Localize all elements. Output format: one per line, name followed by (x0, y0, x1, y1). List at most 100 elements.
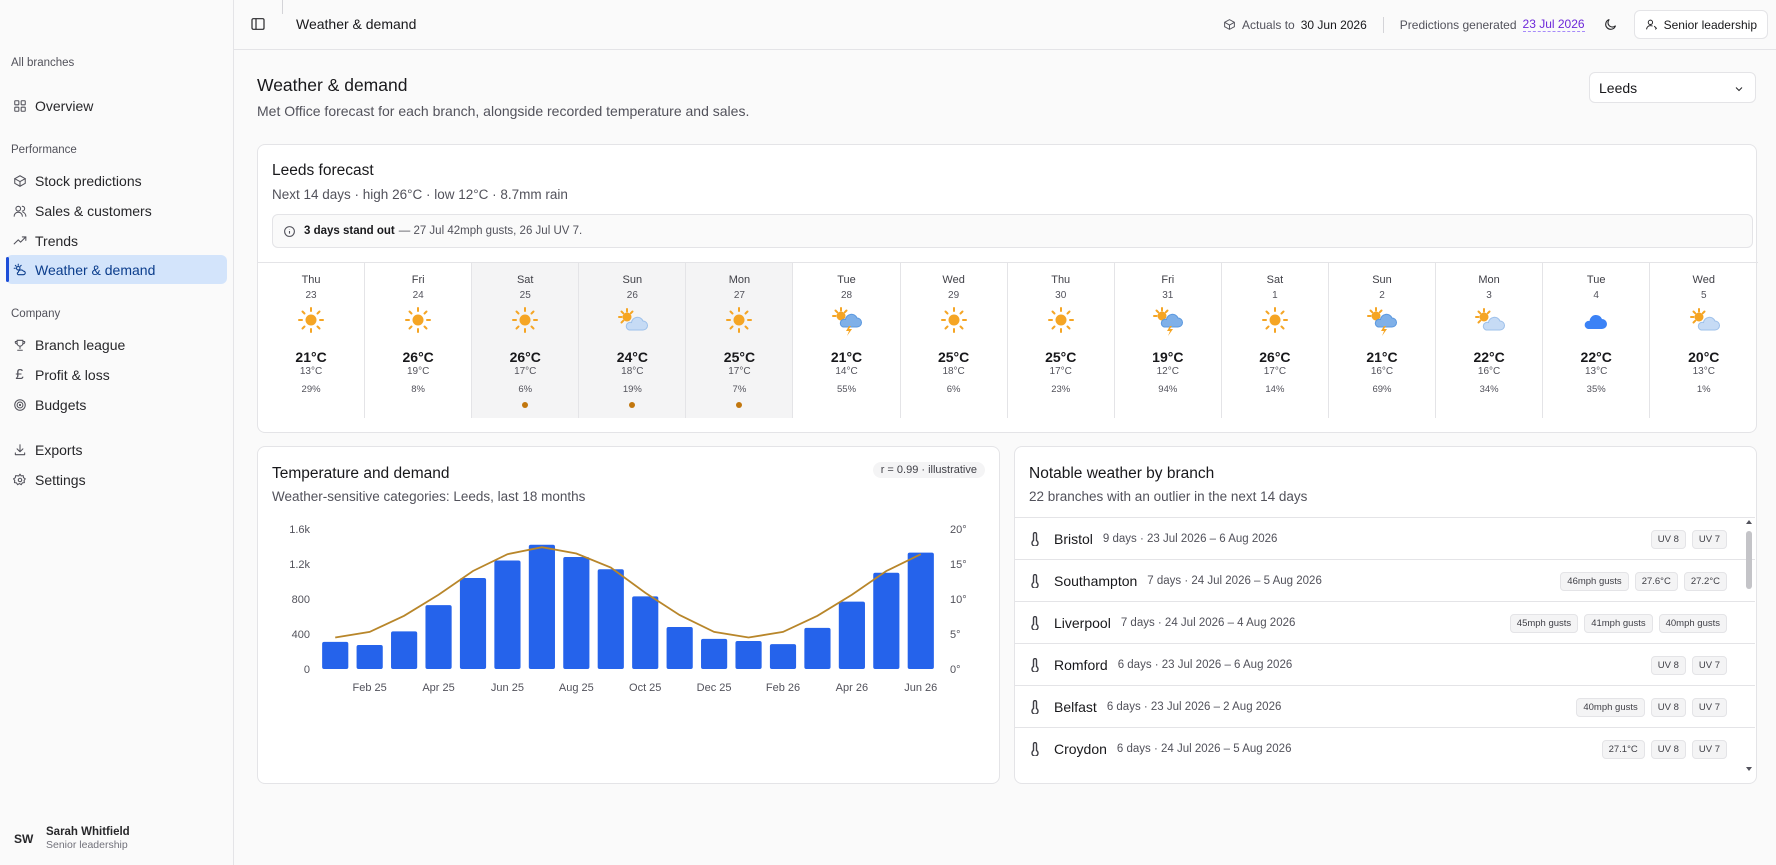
sidebar-item-profit-loss[interactable]: £ Profit & loss (6, 360, 227, 389)
grid-icon (12, 98, 27, 113)
scrollbar[interactable] (1744, 517, 1754, 774)
notable-row[interactable]: Southampton 7 days · 24 Jul 2026 – 5 Aug … (1015, 559, 1755, 601)
day-precip: 8% (411, 384, 425, 395)
forecast-day[interactable]: Wed 29 25°C 18°C 6% (901, 263, 1008, 418)
notable-row[interactable]: Romford 6 days · 23 Jul 2026 – 6 Aug 2026… (1015, 643, 1755, 685)
forecast-day[interactable]: Tue 4 22°C 13°C 35% (1543, 263, 1651, 418)
package-icon (12, 173, 27, 188)
forecast-day[interactable]: Fri 31 19°C 12°C 94% (1115, 263, 1222, 418)
tag-group: 46mph gusts 27.6°C 27.2°C (1560, 572, 1727, 591)
sidebar-item-budgets[interactable]: Budgets (6, 390, 227, 419)
day-high: 21°C (1366, 349, 1398, 365)
sidebar-item-settings[interactable]: Settings (6, 465, 227, 494)
thunderstorm-icon (793, 305, 899, 336)
day-date: 30 (1055, 290, 1067, 301)
forecast-day[interactable]: Sun 26 24°C 18°C 19% (579, 263, 687, 418)
bar (769, 644, 797, 669)
bar (838, 601, 865, 669)
chevron-down-icon (1733, 82, 1745, 98)
user-key-icon (1645, 18, 1658, 31)
day-date: 25 (519, 290, 531, 301)
sidebar-item-label: Trends (35, 232, 79, 249)
day-precip: 14% (1265, 384, 1285, 395)
day-low: 13°C (1692, 366, 1715, 377)
partly-cloudy-icon (1436, 305, 1542, 335)
sidebar-item-exports[interactable]: Exports (6, 435, 227, 464)
sidebar-group-company: Company (11, 308, 61, 320)
tag-group: 27.1°C UV 8 UV 7 (1601, 740, 1727, 759)
forecast-day[interactable]: Sat 25 26°C 17°C 6% (472, 263, 580, 418)
day-precip: 19% (622, 384, 642, 395)
forecast-day[interactable]: Mon 3 22°C 16°C 34% (1436, 263, 1544, 418)
day-name: Sun (622, 274, 643, 286)
day-precip: 35% (1586, 384, 1606, 395)
thermometer-icon (1030, 531, 1042, 546)
x-tick-label: Aug 25 (559, 682, 594, 694)
notable-row[interactable]: Liverpool 7 days · 24 Jul 2026 – 4 Aug 20… (1015, 601, 1755, 643)
forecast-day[interactable]: Thu 23 21°C 13°C 29% (258, 263, 366, 418)
y2-tick-label: 15° (950, 559, 967, 571)
day-name: Fri (1161, 274, 1175, 286)
scroll-up-icon[interactable] (1744, 517, 1754, 527)
day-high: 25°C (723, 349, 756, 365)
forecast-day[interactable]: Fri 24 26°C 19°C 8% (365, 263, 473, 418)
day-name: Wed (1692, 274, 1715, 286)
moon-icon[interactable] (1603, 17, 1618, 32)
bar (804, 627, 831, 669)
branch-name: Bristol (1054, 530, 1093, 547)
day-precip: 23% (1051, 384, 1071, 395)
thermometer-icon (1030, 699, 1042, 714)
temperature-line (335, 546, 922, 639)
sidebar-item-stock-predictions[interactable]: Stock predictions (6, 166, 227, 195)
day-low: 12°C (1156, 366, 1179, 377)
active-indicator (6, 257, 9, 282)
predictions-date-link[interactable]: 23 Jul 2026 (1522, 17, 1585, 32)
weather-tag: 27.1°C (1601, 740, 1645, 759)
sidebar-item-label: Settings (35, 471, 86, 488)
day-low: 16°C (1370, 366, 1394, 377)
day-precip: 29% (301, 384, 321, 395)
notable-row[interactable]: Croydon 6 days · 24 Jul 2026 – 5 Aug 2026… (1015, 727, 1755, 769)
sun-icon (365, 305, 471, 335)
weather-tag: 40mph gusts (1658, 614, 1727, 633)
sidebar-item-overview[interactable]: Overview (6, 91, 227, 120)
branch-select[interactable]: Leeds (1589, 72, 1756, 103)
sidebar-item-trends[interactable]: Trends (6, 226, 227, 255)
user-profile[interactable]: SW Sarah Whitfield Senior leadership (14, 826, 130, 851)
notable-row[interactable]: Bristol 9 days · 23 Jul 2026 – 6 Aug 2026… (1015, 517, 1755, 559)
role-button-label: Senior leadership (1663, 17, 1757, 32)
day-date: 27 (733, 290, 745, 301)
notable-weather-card: Notable weather by branch 22 branches wi… (1014, 446, 1757, 784)
sidebar-item-branch-league[interactable]: Branch league (6, 330, 227, 359)
weather-tag: 41mph gusts (1584, 614, 1653, 633)
bar (528, 544, 555, 669)
branch-name: Croydon (1054, 740, 1107, 757)
x-tick-label: Feb 26 (766, 682, 800, 694)
sun-icon (686, 305, 792, 335)
download-icon (12, 442, 27, 457)
forecast-day[interactable]: Thu 30 25°C 17°C 23% (1008, 263, 1115, 418)
forecast-day[interactable]: Wed 5 20°C 13°C 1% (1650, 263, 1757, 418)
day-date: 3 (1486, 290, 1492, 301)
day-name: Thu (301, 274, 321, 286)
sidebar-toggle-icon[interactable] (250, 16, 266, 32)
page-title: Weather & demand (257, 75, 408, 95)
weather-tag: UV 7 (1691, 740, 1727, 759)
day-precip: 6% (518, 384, 533, 395)
weather-tag: UV 8 (1650, 656, 1686, 675)
forecast-day[interactable]: Mon 27 25°C 17°C 7% (686, 263, 794, 418)
sidebar-item-weather-demand[interactable]: Weather & demand (6, 255, 227, 284)
notable-row[interactable]: Belfast 6 days · 23 Jul 2026 – 2 Aug 2026… (1015, 685, 1755, 727)
day-name: Fri (411, 274, 425, 286)
forecast-day[interactable]: Tue 28 21°C 14°C 55% (793, 263, 901, 418)
actuals-label: Actuals to (1242, 17, 1295, 32)
bar (459, 578, 487, 669)
y-tick-label: 1.6k (289, 524, 310, 536)
target-icon (12, 397, 27, 412)
scroll-down-icon[interactable] (1744, 764, 1754, 774)
forecast-day[interactable]: Sun 2 21°C 16°C 69% (1329, 263, 1437, 418)
forecast-day[interactable]: Sat 1 26°C 17°C 14% (1222, 263, 1329, 418)
sidebar-item-sales-customers[interactable]: Sales & customers (6, 196, 227, 225)
role-button[interactable]: Senior leadership (1633, 10, 1768, 39)
scrollbar-thumb[interactable] (1746, 531, 1752, 589)
